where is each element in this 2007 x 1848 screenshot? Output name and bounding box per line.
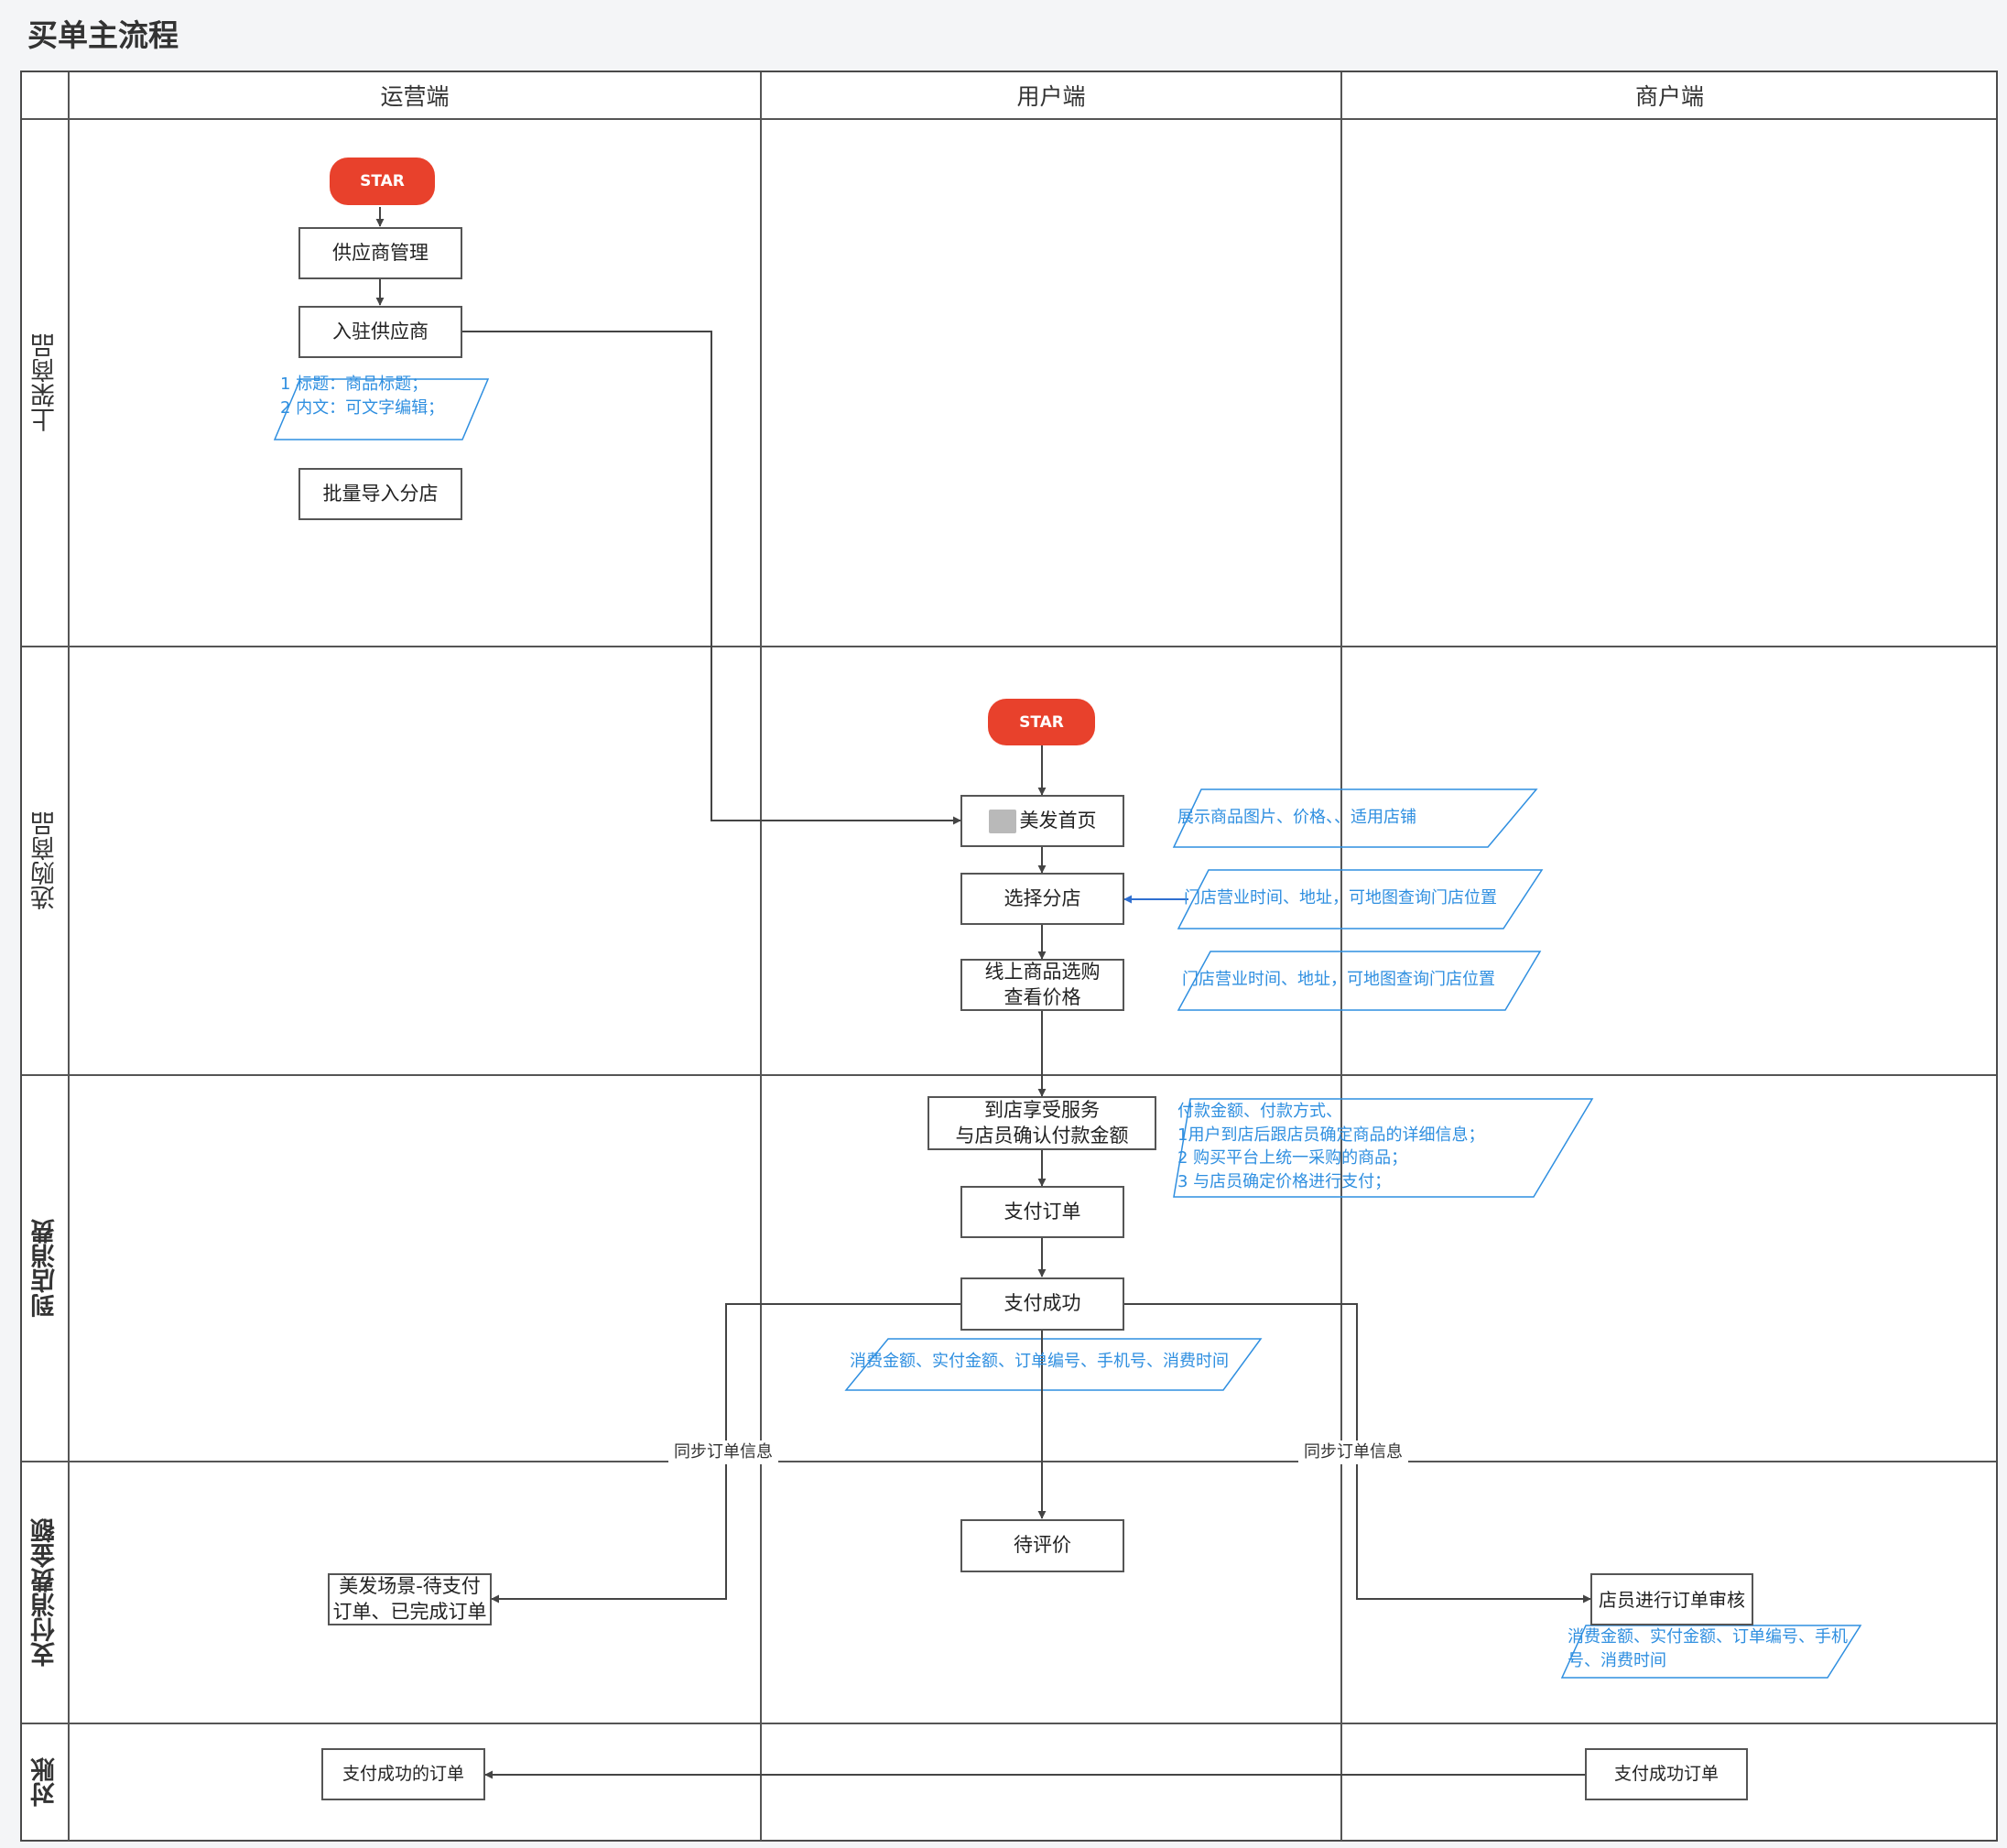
payment-note: 付款金额、付款方式、 1用户到店后跟店员确定商品的详细信息； 2 购买平台上统一… (1177, 1100, 1484, 1193)
ops-note: 1 标题：商品标题； 2 内文：可文字编辑； (280, 373, 444, 419)
payment-note-line: 1用户到店后跟店员确定商品的详细信息； (1177, 1125, 1485, 1145)
online-select-line: 线上商品选购 (984, 961, 1101, 984)
ops-orders-line: 订单、已完成订单 (332, 1600, 487, 1623)
payment-note-line: 2 购买平台上统一采购的商品； (1177, 1148, 1408, 1169)
pay-success-node: 支付成功 (960, 1277, 1124, 1331)
sync-order-label-right: 同步订单信息 (1298, 1440, 1408, 1464)
homepage-note: 展示商品图片、价格、、适用店铺 (1177, 808, 1416, 827)
online-select-line: 查看价格 (1004, 985, 1081, 1008)
in-store-line: 到店享受服务 (984, 1099, 1100, 1122)
onboard-supplier-node: 入驻供应商 (298, 306, 462, 358)
blurred-logo (988, 809, 1016, 833)
store-note: 门店营业时间、地址，可地图查询门店位置 (1184, 888, 1497, 908)
in-store-line: 与店员确认付款金额 (955, 1124, 1129, 1147)
merchant-note-line: 消费金额、实付金额、订单编号、手机 (1568, 1627, 1848, 1647)
ops-note-line: 1 标题：商品标题； (280, 375, 429, 394)
merchant-paid-orders-node: 支付成功订单 (1585, 1748, 1748, 1800)
payment-note-line: 3 与店员确定价格进行支付； (1177, 1171, 1392, 1191)
pay-order-node: 支付订单 (960, 1186, 1124, 1238)
ops-paid-orders-node: 支付成功的订单 (321, 1748, 485, 1800)
choose-store-node: 选择分店 (960, 873, 1124, 925)
success-note: 消费金额、实付金额、订单编号、手机号、消费时间 (850, 1352, 1229, 1371)
start-node-user: STAR (988, 699, 1095, 745)
homepage-label: 美发首页 (1019, 809, 1097, 832)
batch-import-stores-node: 批量导入分店 (298, 468, 462, 520)
ops-note-line: 2 内文：可文字编辑； (280, 397, 445, 418)
start-node-ops: STAR (330, 158, 435, 205)
ops-orders-line: 美发场景-待支付 (339, 1575, 481, 1598)
merchant-review-node: 店员进行订单审核 (1590, 1573, 1753, 1625)
merchant-note: 消费金额、实付金额、订单编号、手机 号、消费时间 (1568, 1625, 1848, 1672)
payment-note-line: 付款金额、付款方式、 (1177, 1102, 1342, 1121)
merchant-note-line: 号、消费时间 (1568, 1650, 1666, 1670)
sync-order-label-left: 同步订单信息 (668, 1440, 778, 1464)
homepage-node: 美发首页 (960, 795, 1124, 847)
price-note: 门店营业时间、地址，可地图查询门店位置 (1182, 970, 1495, 989)
online-select-node: 线上商品选购 查看价格 (960, 959, 1124, 1011)
ops-orders-node: 美发场景-待支付 订单、已完成订单 (328, 1573, 492, 1625)
pending-review-node: 待评价 (960, 1519, 1124, 1572)
in-store-service-node: 到店享受服务 与店员确认付款金额 (928, 1096, 1156, 1150)
supplier-management-node: 供应商管理 (298, 227, 462, 279)
